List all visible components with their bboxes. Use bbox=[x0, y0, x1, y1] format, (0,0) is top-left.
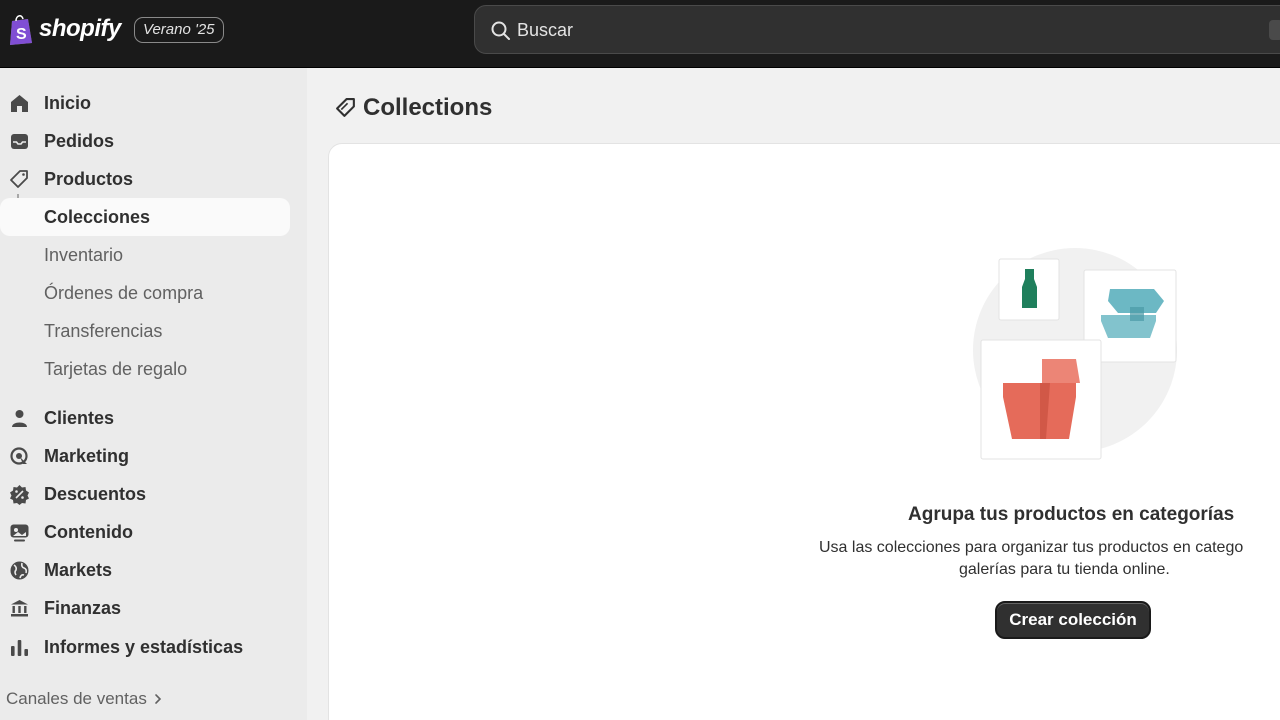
sidebar-item-finanzas[interactable]: Finanzas bbox=[0, 589, 290, 627]
bottle-card-icon bbox=[998, 258, 1060, 321]
sales-channels-label: Canales de ventas bbox=[6, 689, 147, 708]
sidebar-item-pedidos[interactable]: Pedidos bbox=[0, 122, 290, 160]
sidebar-item-label: Marketing bbox=[44, 445, 130, 466]
search-icon bbox=[491, 21, 510, 40]
sidebar-item-inventario[interactable]: Inventario bbox=[0, 236, 290, 274]
inbox-icon bbox=[11, 134, 28, 149]
svg-text:S: S bbox=[16, 26, 27, 43]
chart-bar-icon bbox=[11, 640, 28, 656]
sidebar-item-label: Productos bbox=[44, 168, 134, 189]
sidebar-item-ordenes-de-compra[interactable]: Órdenes de compra bbox=[0, 274, 290, 312]
target-icon bbox=[10, 447, 28, 465]
sidebar-item-label: Finanzas bbox=[44, 597, 122, 618]
version-badge[interactable]: Verano '25 bbox=[134, 17, 224, 43]
discount-icon bbox=[10, 485, 29, 505]
sidebar: Inicio Pedidos Productos Colecciones Inv… bbox=[0, 68, 307, 720]
sidebar-item-clientes[interactable]: Clientes bbox=[0, 399, 290, 437]
sidebar-item-transferencias[interactable]: Transferencias bbox=[0, 312, 290, 350]
person-icon bbox=[12, 410, 27, 427]
bank-icon bbox=[11, 600, 28, 617]
collections-illustration bbox=[973, 248, 1177, 460]
sidebar-item-tarjetas-de-regalo[interactable]: Tarjetas de regalo bbox=[0, 350, 290, 388]
empty-state-line-2: galerías para tu tienda online. bbox=[959, 561, 1170, 578]
sidebar-item-label: Inventario bbox=[44, 244, 124, 265]
sidebar-item-label: Descuentos bbox=[44, 483, 147, 504]
sidebar-item-label: Transferencias bbox=[44, 320, 163, 341]
content-icon bbox=[10, 524, 29, 542]
sidebar-item-label: Inicio bbox=[44, 92, 92, 113]
keyboard-shortcut-hint bbox=[1269, 20, 1280, 40]
sidebar-item-markets[interactable]: Markets bbox=[0, 551, 290, 589]
sidebar-item-label: Informes y estadísticas bbox=[44, 636, 244, 657]
sidebar-item-label: Órdenes de compra bbox=[44, 282, 204, 303]
sidebar-item-colecciones[interactable]: Colecciones bbox=[0, 198, 290, 236]
tag-icon bbox=[10, 170, 28, 188]
sidebar-item-label: Colecciones bbox=[44, 206, 151, 227]
sidebar-item-label: Pedidos bbox=[44, 130, 115, 151]
sidebar-item-label: Contenido bbox=[44, 521, 133, 542]
search-bar[interactable] bbox=[474, 5, 1280, 54]
empty-state-description: Usa las colecciones para organizar tus p… bbox=[819, 537, 1280, 581]
sidebar-item-contenido[interactable]: Contenido bbox=[0, 513, 290, 551]
sidebar-item-inicio[interactable]: Inicio bbox=[0, 84, 290, 122]
page-title: Collections bbox=[335, 94, 492, 122]
search-input[interactable] bbox=[517, 16, 1117, 44]
empty-state-heading: Agrupa tus productos en categorías bbox=[908, 504, 1235, 525]
brand-name: shopify bbox=[39, 15, 121, 42]
empty-state-line-1: Usa las colecciones para organizar tus p… bbox=[819, 539, 1244, 556]
sidebar-item-label: Markets bbox=[44, 559, 113, 580]
create-collection-button[interactable]: Crear colección bbox=[995, 601, 1151, 639]
chevron-right-icon bbox=[155, 694, 161, 704]
globe-icon bbox=[10, 561, 29, 580]
sidebar-item-label: Clientes bbox=[44, 407, 115, 428]
shopify-logo[interactable]: S shopify bbox=[8, 13, 121, 45]
home-icon bbox=[11, 95, 28, 112]
sidebar-item-descuentos[interactable]: Descuentos bbox=[0, 475, 290, 513]
sidebar-item-marketing[interactable]: Marketing bbox=[0, 437, 290, 475]
sales-channels-link[interactable]: Canales de ventas bbox=[6, 689, 163, 709]
sidebar-item-label: Tarjetas de regalo bbox=[44, 358, 188, 379]
basket-card-icon bbox=[980, 339, 1102, 460]
tag-icon bbox=[336, 98, 355, 117]
top-bar: S shopify Verano '25 bbox=[0, 0, 1280, 68]
sidebar-item-productos[interactable]: Productos bbox=[0, 160, 290, 198]
sidebar-item-informes[interactable]: Informes y estadísticas bbox=[0, 628, 290, 666]
page-title-text: Collections bbox=[363, 94, 493, 121]
shopify-bag-icon: S bbox=[10, 15, 32, 45]
